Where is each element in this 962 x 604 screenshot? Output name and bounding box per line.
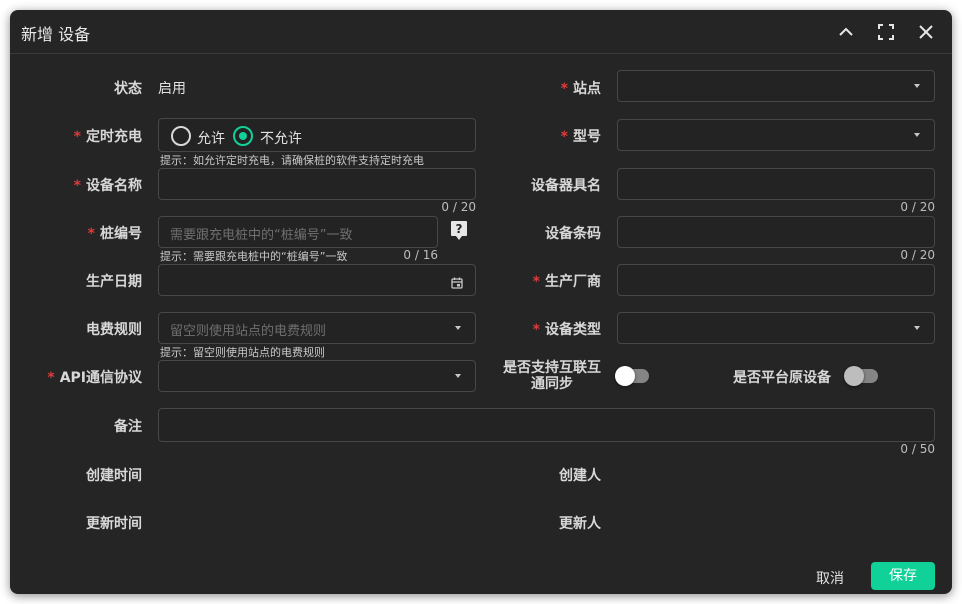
- dialog-title: 新增 设备: [21, 25, 91, 44]
- add-device-dialog: 新增 设备 状态 启用 * 站点 * 定时充电 允许 不允许 提示：如允许定时充电，…: [10, 10, 952, 594]
- device-barcode-label: 设备条码: [545, 226, 601, 242]
- device-fixture-name-input[interactable]: [617, 168, 935, 200]
- pile-number-label: * 桩编号: [87, 226, 142, 242]
- interop-sync-label: 是否支持互联互 通同步: [503, 360, 601, 392]
- chevron-up-icon[interactable]: [836, 22, 856, 42]
- toggle-knob: [615, 366, 635, 386]
- creator-label: 创建人: [559, 468, 601, 484]
- save-button[interactable]: 保存: [871, 562, 935, 590]
- radio-disallow-label[interactable]: 不允许: [260, 128, 302, 148]
- calendar-icon[interactable]: [451, 274, 463, 293]
- pile-number-counter: 0 / 16: [403, 248, 438, 262]
- chevron-down-icon: [914, 133, 920, 137]
- device-fixture-name-counter: 0 / 20: [900, 200, 935, 214]
- updated-time-label: 更新时间: [86, 516, 142, 532]
- dialog-header: 新增 设备: [10, 10, 952, 54]
- production-date-input[interactable]: [158, 264, 476, 296]
- device-type-label: * 设备类型: [532, 322, 601, 338]
- interop-sync-toggle[interactable]: [615, 366, 649, 386]
- chevron-down-icon: [455, 374, 461, 378]
- status-label: 状态: [114, 81, 142, 97]
- created-time-label: 创建时间: [86, 468, 142, 484]
- pile-number-hint: 提示：需要跟充电桩中的“桩编号”一致: [160, 250, 348, 263]
- radio-allow[interactable]: [171, 126, 191, 146]
- device-type-select[interactable]: [617, 312, 935, 344]
- manufacturer-input[interactable]: [617, 264, 935, 296]
- timed-charging-hint: 提示：如允许定时充电，请确保桩的软件支持定时充电: [160, 154, 424, 167]
- pile-number-placeholder: 需要跟充电桩中的“桩编号”一致: [170, 228, 353, 243]
- device-fixture-name-label: 设备器具名: [531, 178, 601, 194]
- platform-original-toggle[interactable]: [844, 366, 878, 386]
- station-label: * 站点: [560, 81, 601, 97]
- cancel-button[interactable]: 取消: [816, 568, 844, 588]
- tariff-rule-placeholder: 留空则使用站点的电费规则: [170, 324, 327, 339]
- device-name-counter: 0 / 20: [441, 200, 476, 214]
- close-icon[interactable]: [916, 22, 936, 42]
- chevron-down-icon: [914, 84, 920, 88]
- help-icon[interactable]: ?: [450, 220, 468, 242]
- chevron-down-icon: [914, 326, 920, 330]
- manufacturer-label: * 生产厂商: [532, 274, 601, 290]
- timed-charging-radio-group: 允许 不允许: [158, 118, 476, 152]
- device-name-input[interactable]: [158, 168, 476, 200]
- toggle-knob: [844, 366, 864, 386]
- remark-counter: 0 / 50: [900, 442, 935, 456]
- fullscreen-icon[interactable]: [876, 22, 896, 42]
- device-name-label: * 设备名称: [73, 178, 142, 194]
- svg-text:?: ?: [456, 222, 463, 236]
- production-date-label: 生产日期: [86, 274, 142, 290]
- status-value: 启用: [158, 81, 186, 97]
- remark-label: 备注: [114, 419, 142, 435]
- remark-input[interactable]: [158, 408, 935, 442]
- tariff-rule-hint: 提示：留空则使用站点的电费规则: [160, 346, 325, 359]
- tariff-rule-select[interactable]: 留空则使用站点的电费规则: [158, 312, 476, 344]
- pile-number-input[interactable]: 需要跟充电桩中的“桩编号”一致: [158, 216, 438, 248]
- radio-disallow[interactable]: [233, 126, 253, 146]
- api-protocol-label: * API通信协议: [47, 370, 142, 386]
- model-select[interactable]: [617, 119, 935, 151]
- model-label: * 型号: [560, 129, 601, 145]
- timed-charging-label: * 定时充电: [73, 129, 142, 145]
- device-barcode-input[interactable]: [617, 216, 935, 248]
- station-select[interactable]: [617, 70, 935, 102]
- device-barcode-counter: 0 / 20: [900, 248, 935, 262]
- api-protocol-select[interactable]: [158, 360, 476, 392]
- chevron-down-icon: [455, 326, 461, 330]
- platform-original-label: 是否平台原设备: [733, 370, 831, 386]
- tariff-rule-label: 电费规则: [86, 322, 142, 338]
- updater-label: 更新人: [559, 516, 601, 532]
- radio-allow-label[interactable]: 允许: [197, 128, 225, 148]
